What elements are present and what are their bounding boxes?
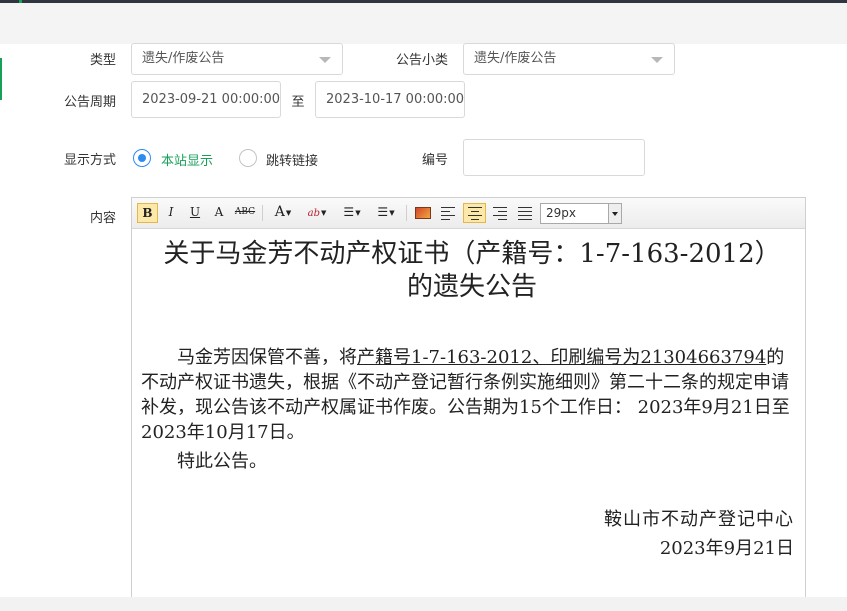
body-text-pre: 马金芳因保管不善，将 (177, 347, 357, 368)
signature-organization: 鞍山市不动产登记中心 (604, 509, 794, 530)
font-size-value: 29px (546, 206, 576, 220)
document-closing: 特此公告。 (177, 451, 267, 472)
font-color-button[interactable]: A▼ (269, 203, 297, 223)
header-band (0, 3, 847, 44)
bottom-band (0, 597, 847, 611)
body-text-underlined: 产籍号1-7-163-2012、印刷编号为21304663794 (357, 347, 767, 368)
highlight-button[interactable]: ab▼ (302, 203, 332, 223)
number-input[interactable] (463, 139, 645, 176)
align-center-icon (468, 204, 482, 222)
align-left-icon[interactable] (441, 204, 455, 222)
period-label: 公告周期 (63, 95, 116, 110)
underline-button[interactable]: U (185, 203, 205, 223)
type-select-value: 遗失/作废公告 (142, 51, 225, 66)
rich-text-editor[interactable]: B I U A ABC A▼ ab▼ ☰▼ ☰▼ 29px 关于马金芳不动产权证… (131, 197, 806, 611)
align-justify-icon[interactable] (518, 204, 532, 222)
type-label: 类型 (89, 53, 116, 68)
document-body: 马金芳因保管不善，将产籍号1-7-163-2012、印刷编号为213046637… (141, 345, 801, 445)
toolbar-separator (406, 205, 407, 221)
ordered-list-icon: ☰ (343, 205, 355, 219)
strikethrough-button[interactable]: ABC (233, 203, 257, 223)
align-center-button[interactable] (463, 203, 486, 223)
document-title: 关于马金芳不动产权证书（产籍号：1-7-163-2012）的遗失公告 (163, 239, 781, 302)
ordered-list-button[interactable]: ☰▼ (338, 203, 366, 223)
italic-button[interactable]: I (161, 203, 181, 223)
chevron-down-icon (608, 204, 621, 223)
radio-local-display-label[interactable]: 本站显示 (161, 150, 213, 169)
period-end-input[interactable]: 2023-10-17 00:00:00 (315, 81, 465, 118)
font-border-button[interactable]: A (209, 203, 229, 223)
image-icon (415, 207, 431, 219)
period-start-input[interactable]: 2023-09-21 00:00:00 (131, 81, 281, 118)
subtype-label: 公告小类 (395, 53, 448, 68)
radio-redirect-link-label[interactable]: 跳转链接 (266, 150, 318, 169)
editor-toolbar: B I U A ABC A▼ ab▼ ☰▼ ☰▼ 29px (132, 198, 805, 229)
align-right-icon[interactable] (493, 204, 507, 222)
chevron-down-icon: ▼ (389, 208, 395, 217)
left-accent-bar (0, 58, 2, 100)
font-size-select[interactable]: 29px (540, 203, 622, 224)
chevron-down-icon (651, 57, 663, 63)
radio-redirect-link[interactable] (239, 149, 257, 167)
toolbar-separator (262, 205, 263, 221)
chevron-down-icon: ▼ (320, 208, 327, 217)
type-select[interactable]: 遗失/作废公告 (131, 43, 343, 75)
chevron-down-icon: ▼ (285, 208, 292, 217)
chevron-down-icon (319, 57, 331, 63)
number-label: 编号 (421, 153, 448, 168)
display-mode-label: 显示方式 (63, 153, 116, 168)
period-to-label: 至 (291, 95, 305, 110)
unordered-list-button[interactable]: ☰▼ (372, 203, 400, 223)
bold-button[interactable]: B (137, 203, 158, 223)
subtype-select-value: 遗失/作废公告 (474, 51, 557, 66)
subtype-select[interactable]: 遗失/作废公告 (463, 43, 675, 75)
radio-local-display[interactable] (133, 149, 151, 167)
chevron-down-icon: ▼ (355, 208, 361, 217)
signature-date: 2023年9月21日 (659, 538, 794, 559)
font-color-icon: A (274, 204, 285, 220)
insert-image-button[interactable] (412, 203, 434, 223)
highlight-icon: ab (307, 208, 320, 219)
unordered-list-icon: ☰ (377, 205, 389, 219)
content-label: 内容 (89, 211, 116, 226)
